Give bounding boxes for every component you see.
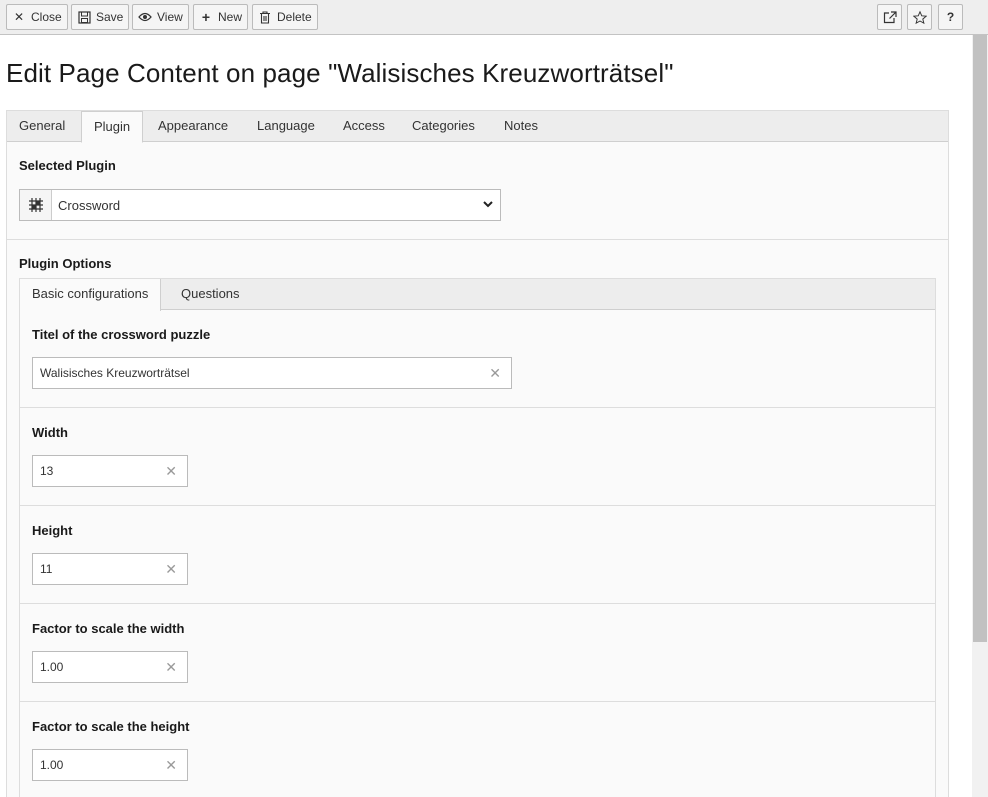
section-divider: [7, 239, 948, 240]
new-button[interactable]: + New: [193, 4, 249, 30]
crossword-icon: [20, 190, 52, 220]
clear-icon[interactable]: ✕: [165, 463, 177, 480]
plugin-options-panel: Basic configurations Questions Titel of …: [19, 278, 936, 797]
title-field-label: Titel of the crossword puzzle: [32, 327, 211, 342]
scale-width-field: Factor to scale the width 1.00 ✕: [20, 604, 935, 702]
scale-height-field: Factor to scale the height 1.00 ✕: [20, 702, 935, 797]
scrollbar-thumb[interactable]: [973, 35, 987, 642]
help-icon: ?: [946, 10, 955, 24]
tab-access[interactable]: Access: [331, 111, 397, 142]
new-label: New: [218, 10, 243, 24]
help-button[interactable]: ?: [938, 4, 963, 30]
close-icon: ✕: [13, 10, 25, 24]
close-button[interactable]: ✕ Close: [6, 4, 68, 30]
save-button[interactable]: Save: [71, 4, 130, 30]
tab-basic-configurations[interactable]: Basic configurations: [20, 279, 162, 311]
width-field: Width 13 ✕: [20, 408, 935, 506]
height-input[interactable]: 11 ✕: [32, 553, 188, 585]
tab-general[interactable]: General: [7, 111, 77, 142]
tab-plugin[interactable]: Plugin: [81, 111, 144, 143]
tab-categories[interactable]: Categories: [400, 111, 487, 142]
save-icon: [77, 10, 91, 24]
clear-icon[interactable]: ✕: [165, 659, 177, 676]
plus-icon: +: [201, 9, 211, 25]
selected-plugin-label: Selected Plugin: [19, 158, 116, 173]
page-scrollbar[interactable]: [972, 35, 988, 797]
external-link-icon: [883, 10, 897, 24]
tab-language[interactable]: Language: [245, 111, 327, 142]
star-icon: [912, 10, 927, 24]
delete-button[interactable]: Delete: [252, 4, 318, 30]
scale-width-field-label: Factor to scale the width: [32, 621, 185, 636]
trash-icon: [258, 10, 272, 24]
title-input-value: Walisisches Kreuzworträtsel: [40, 366, 190, 380]
height-input-value: 11: [40, 562, 53, 576]
scale-width-input[interactable]: 1.00 ✕: [32, 651, 188, 683]
clear-icon[interactable]: ✕: [165, 561, 177, 578]
clear-icon[interactable]: ✕: [165, 757, 177, 774]
plugin-select-value: Crossword: [58, 197, 121, 213]
plugin-options-tabs: Basic configurations Questions: [20, 279, 935, 311]
delete-label: Delete: [277, 10, 312, 24]
scale-height-field-label: Factor to scale the height: [32, 719, 190, 734]
width-input-value: 13: [40, 464, 54, 478]
plugin-select[interactable]: Crossword: [19, 189, 501, 221]
chevron-down-icon: [476, 199, 500, 211]
save-label: Save: [96, 10, 124, 24]
page-title: Edit Page Content on page "Walisisches K…: [6, 58, 674, 88]
width-field-label: Width: [32, 425, 68, 440]
doc-header-toolbar: ✕ Close Save View + New Delete ?: [0, 0, 988, 35]
view-label: View: [157, 10, 183, 24]
open-in-new-window-button[interactable]: [877, 4, 902, 30]
eye-icon: [138, 10, 152, 24]
clear-icon[interactable]: ✕: [489, 365, 501, 382]
scale-width-input-value: 1.00: [40, 660, 64, 674]
tab-notes[interactable]: Notes: [492, 111, 550, 142]
bookmark-button[interactable]: [907, 4, 932, 30]
scale-height-input-value: 1.00: [40, 758, 64, 772]
tab-questions[interactable]: Questions: [169, 279, 252, 310]
title-field: Titel of the crossword puzzle Walisische…: [20, 310, 935, 408]
tab-appearance[interactable]: Appearance: [146, 111, 240, 142]
height-field: Height 11 ✕: [20, 506, 935, 604]
width-input[interactable]: 13 ✕: [32, 455, 188, 487]
main-tabs: General Plugin Appearance Language Acces…: [7, 111, 948, 143]
view-button[interactable]: View: [132, 4, 189, 30]
scale-height-input[interactable]: 1.00 ✕: [32, 749, 188, 781]
height-field-label: Height: [32, 523, 73, 538]
close-label: Close: [31, 10, 62, 24]
plugin-options-label: Plugin Options: [19, 256, 112, 271]
form-panel: General Plugin Appearance Language Acces…: [6, 110, 949, 797]
title-input[interactable]: Walisisches Kreuzworträtsel ✕: [32, 357, 512, 389]
